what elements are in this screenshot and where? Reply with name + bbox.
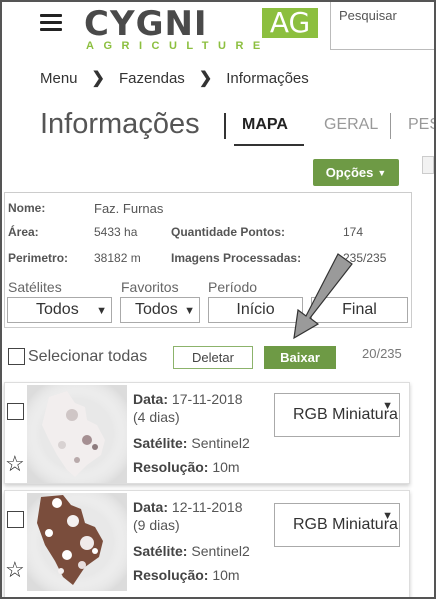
select-all-label[interactable]: Selecionar todas <box>28 348 147 366</box>
name-label: Nome: <box>8 201 46 215</box>
tab-pes[interactable]: PES <box>408 116 434 134</box>
page-title: Informações <box>40 108 200 140</box>
caret-down-icon: ▼ <box>184 305 195 317</box>
period-label: Período <box>208 279 258 295</box>
area-label: Área: <box>8 225 39 239</box>
name-value: Faz. Furnas <box>94 201 164 216</box>
select-all-checkbox[interactable] <box>8 348 25 365</box>
satellites-select-value: Todos <box>36 301 79 318</box>
options-button[interactable]: Opções ▼ <box>313 159 399 186</box>
resolution-label: Resolução: <box>133 567 209 583</box>
caret-down-icon: ▼ <box>96 305 107 317</box>
points-value: 174 <box>343 225 364 239</box>
scrollbar[interactable] <box>422 156 434 174</box>
resolution-label: Resolução: <box>133 459 209 475</box>
logo-ag-badge: AG <box>262 8 318 38</box>
end-date-label: Final <box>342 301 377 318</box>
days-ago: (9 dias) <box>133 517 180 533</box>
card-checkbox[interactable] <box>7 511 24 528</box>
search-placeholder: Pesquisar <box>339 8 397 23</box>
satellite-value: Sentinel2 <box>191 435 250 451</box>
processed-images-label: Imagens Processadas: <box>171 251 302 265</box>
favorites-select[interactable]: Todos ▼ <box>120 297 200 323</box>
app-frame: CYGNI AG AGRICULTURE Pesquisar Menu ❯ Fa… <box>0 0 436 599</box>
caret-down-icon: ▼ <box>382 400 393 412</box>
logo-subtitle: AGRICULTURE <box>86 40 270 52</box>
breadcrumb-informacoes[interactable]: Informações <box>226 70 309 87</box>
points-label: Quantidade Pontos: <box>171 225 285 239</box>
resolution-value: 10m <box>212 459 240 475</box>
perimeter-label: Perimetro: <box>8 251 69 265</box>
date-value: 12-11-2018 <box>171 499 243 515</box>
image-type-select[interactable]: RGB Miniatura ▼ <box>274 393 400 437</box>
satellite-thumbnail[interactable] <box>27 493 127 591</box>
satellite-thumbnail[interactable] <box>27 385 127 483</box>
chevron-right-icon: ❯ <box>198 70 213 87</box>
satellite-label: Satélite: <box>133 435 188 451</box>
date-label: Data: <box>133 391 169 407</box>
area-value: 5433 ha <box>94 225 138 239</box>
chevron-right-icon: ❯ <box>91 70 105 87</box>
satellites-label: Satélites <box>8 279 62 295</box>
perimeter-value: 38182 m <box>94 251 141 265</box>
tab-geral[interactable]: GERAL <box>324 116 378 134</box>
breadcrumb-fazendas[interactable]: Fazendas <box>119 70 185 87</box>
satellite-value: Sentinel2 <box>191 543 250 559</box>
favorites-select-value: Todos <box>135 301 178 318</box>
image-card: ☆ Data: 17-11-2018 (4 dias) Satélite: Se… <box>4 382 410 484</box>
resolution-value: 10m <box>212 567 240 583</box>
delete-button-label: Deletar <box>192 350 234 365</box>
image-type-select[interactable]: RGB Miniatura ▼ <box>274 503 400 547</box>
download-button[interactable]: Baixar <box>264 346 336 369</box>
start-date-input[interactable]: Início <box>208 297 303 323</box>
options-label: Opções <box>325 165 374 180</box>
image-card: ☆ Data: 12-11-2018 (9 dias) Satélite: Se… <box>4 490 410 597</box>
breadcrumb: Menu ❯ Fazendas ❯ Informações <box>40 68 309 88</box>
delete-button[interactable]: Deletar <box>173 346 253 369</box>
date-label: Data: <box>133 499 169 515</box>
chevron-down-icon: ▼ <box>377 167 387 178</box>
star-outline-icon[interactable]: ☆ <box>5 453 25 475</box>
satellite-label: Satélite: <box>133 543 188 559</box>
processed-images-value: 235/235 <box>343 251 387 265</box>
tab-mapa[interactable]: MAPA <box>242 116 288 134</box>
end-date-input[interactable]: Final <box>311 297 408 323</box>
active-tab-indicator <box>234 144 304 146</box>
farm-info-panel: Nome: Faz. Furnas Área: 5433 ha Quantida… <box>4 192 412 328</box>
selected-count: 20/235 <box>362 346 402 361</box>
logo[interactable]: CYGNI AG AGRICULTURE <box>84 6 324 54</box>
start-date-label: Início <box>236 301 275 318</box>
card-checkbox[interactable] <box>7 403 24 420</box>
logo-main-text: CYGNI <box>84 4 208 44</box>
search-input[interactable]: Pesquisar <box>330 2 434 50</box>
tab-divider <box>224 113 226 139</box>
favorites-label: Favoritos <box>121 279 179 295</box>
star-outline-icon[interactable]: ☆ <box>5 559 25 581</box>
satellites-select[interactable]: Todos ▼ <box>7 297 112 323</box>
days-ago: (4 dias) <box>133 409 180 425</box>
tab-divider <box>390 113 391 139</box>
caret-down-icon: ▼ <box>382 510 393 522</box>
menu-icon[interactable] <box>40 14 62 32</box>
download-button-label: Baixar <box>280 350 320 365</box>
breadcrumb-menu[interactable]: Menu <box>40 70 78 87</box>
date-value: 17-11-2018 <box>171 391 243 407</box>
